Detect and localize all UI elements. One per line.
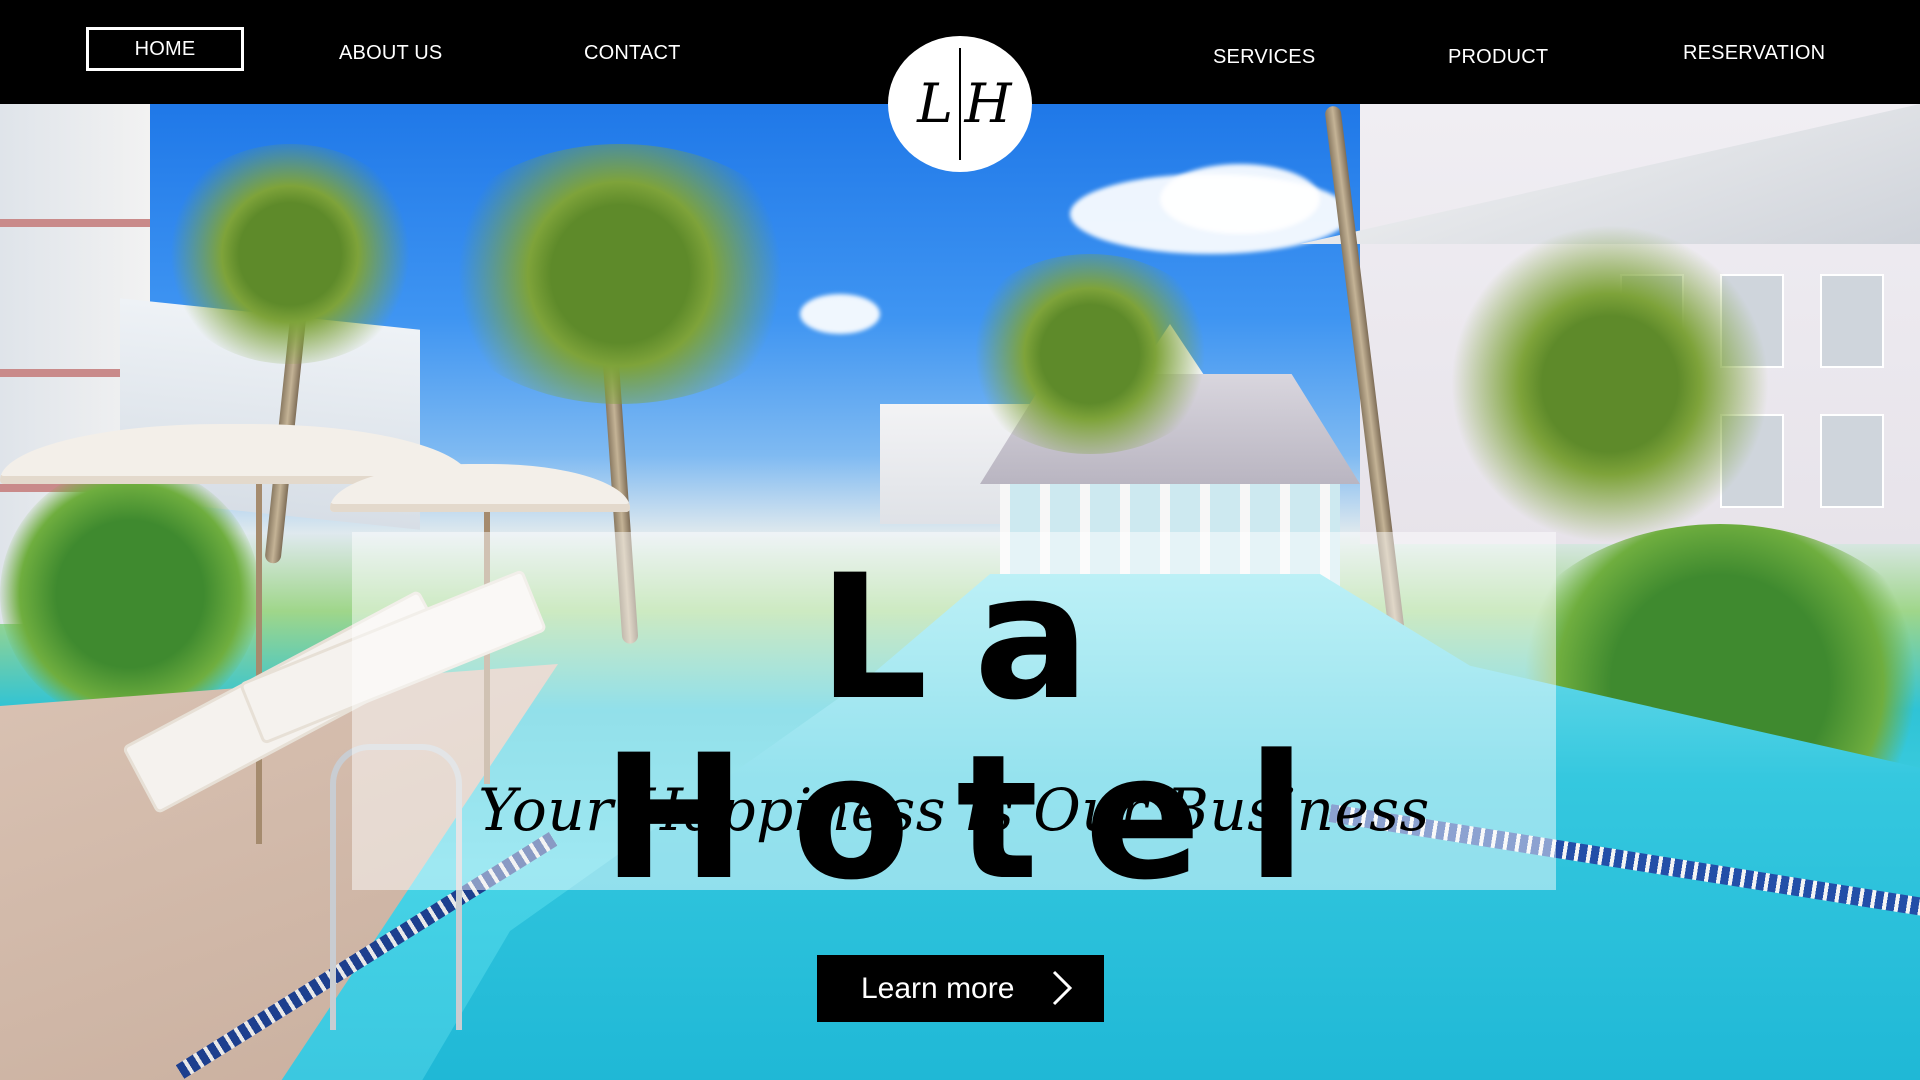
palm-crown [960, 254, 1220, 454]
learn-more-button[interactable]: Learn more [817, 955, 1104, 1022]
cloud [1160, 164, 1320, 234]
shrub [0, 464, 260, 724]
learn-more-label: Learn more [861, 971, 1015, 1005]
palm-crown [160, 144, 420, 364]
nav-product[interactable]: PRODUCT [1448, 46, 1548, 69]
hero-tagline: Your Happiness is Our Business [478, 776, 1430, 844]
logo-letter-right: H [963, 72, 1012, 135]
chevron-right-icon [1052, 970, 1073, 1006]
nav-about-us[interactable]: ABOUT US [339, 42, 442, 65]
nav-services[interactable]: SERVICES [1213, 46, 1315, 69]
logo-letter-left: L [916, 72, 953, 135]
palm-crown [1450, 224, 1770, 544]
cloud [800, 294, 880, 334]
nav-reservation[interactable]: RESERVATION [1683, 42, 1825, 65]
palm-crown [430, 144, 810, 404]
nav-home[interactable]: HOME [86, 27, 244, 71]
hero-title: La Hotel [602, 537, 1352, 918]
hotel-logo[interactable]: L H [888, 36, 1032, 172]
nav-contact[interactable]: CONTACT [584, 42, 681, 65]
umbrella-pole [256, 444, 262, 844]
monogram-icon: L H [916, 48, 1012, 160]
